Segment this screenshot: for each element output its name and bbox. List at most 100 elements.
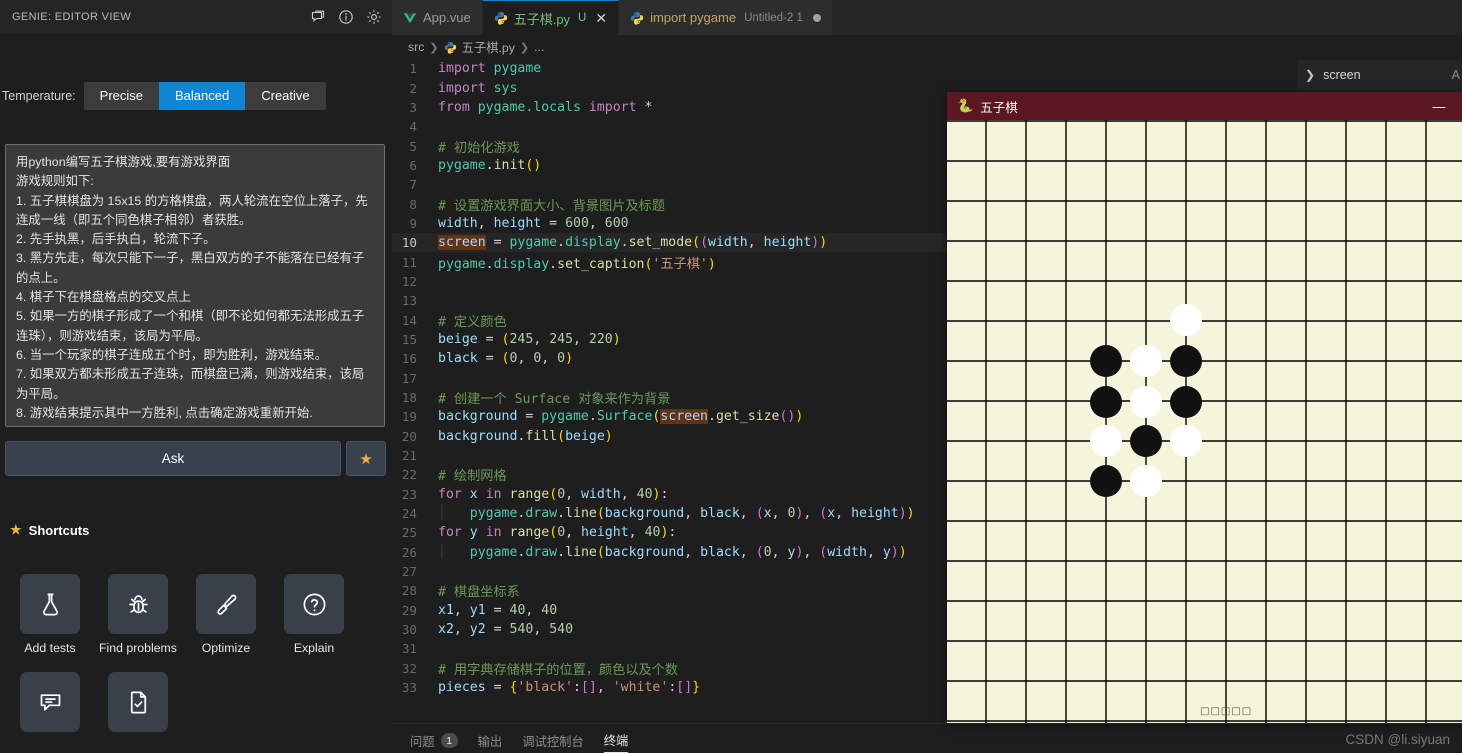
stone-white xyxy=(1170,304,1202,336)
line-number: 22 xyxy=(401,467,417,483)
document-check-icon[interactable] xyxy=(108,672,168,732)
line-number: 21 xyxy=(401,448,417,464)
panel-tab-输出[interactable]: 输出 xyxy=(478,725,503,753)
code-text: screen = pygame.display.set_mode((width,… xyxy=(438,235,828,251)
line-number: 9 xyxy=(409,215,417,231)
shortcut-find-problems[interactable]: Find problems xyxy=(94,574,182,656)
prompt-line: 8. 游戏结束提示其中一方胜利, 点击确定游戏重新开始. xyxy=(16,405,313,420)
temperature-toggle-group: Precise Balanced Creative xyxy=(83,82,326,110)
stone-black xyxy=(1170,386,1202,418)
shortcut-comment[interactable] xyxy=(6,672,94,739)
chevron-right-icon[interactable]: ❯ xyxy=(1305,68,1315,82)
editor-tabbar: App.vue 五子棋.py U ✕ import pygame Untitle… xyxy=(392,0,1462,35)
ask-button[interactable]: Ask xyxy=(5,441,341,476)
panel-tab-label: 调试控制台 xyxy=(522,734,584,749)
code-text: pygame.init() xyxy=(438,157,542,173)
python-icon xyxy=(630,11,644,25)
gomoku-board[interactable]: □□□□□ xyxy=(947,120,1462,723)
shortcuts-grid: Add tests Find problems Optimize Explain xyxy=(6,574,386,739)
line-number: 14 xyxy=(401,312,417,328)
python-icon xyxy=(444,41,457,54)
line-number: 12 xyxy=(401,273,417,289)
favorite-star-button[interactable]: ★ xyxy=(346,441,386,476)
line-number: 2 xyxy=(409,80,417,96)
panel-tab-问题[interactable]: 问题 1 xyxy=(410,725,458,753)
line-number: 18 xyxy=(401,390,417,406)
shortcut-label: Add tests xyxy=(24,641,76,655)
tab-app-vue[interactable]: App.vue xyxy=(392,0,483,35)
code-text: x2, y2 = 540, 540 xyxy=(438,622,574,638)
tab-wuziqi-py[interactable]: 五子棋.py U ✕ xyxy=(482,0,620,35)
panel-tab-调试控制台[interactable]: 调试控制台 xyxy=(522,725,584,753)
prompt-line: 6. 当一个玩家的棋子连成五个时，即为胜利，游戏结束。 xyxy=(16,347,328,362)
close-icon[interactable]: ✕ xyxy=(595,10,607,27)
line-number: 5 xyxy=(409,138,417,154)
code-text: from pygame.locals import * xyxy=(438,99,653,115)
tab-git-status-badge: U xyxy=(578,12,587,24)
prompt-line: 游戏规则如下: xyxy=(16,174,94,189)
panel-tab-badge: 1 xyxy=(440,733,458,748)
tab-import-pygame[interactable]: import pygame Untitled-2 1 xyxy=(619,0,833,35)
code-text: for x in range(0, width, 40): xyxy=(438,486,669,502)
comment-icon[interactable] xyxy=(309,9,326,26)
watermark: CSDN @li.siyuan xyxy=(1345,732,1450,747)
code-text: background.fill(beige) xyxy=(438,428,613,444)
shortcut-document-check[interactable] xyxy=(94,672,182,739)
breadcrumb-root[interactable]: src xyxy=(408,40,424,54)
code-text: background = pygame.Surface(screen.get_s… xyxy=(438,409,804,425)
code-text: import pygame xyxy=(438,61,542,77)
code-text: # 设置游戏界面大小、背景图片及标题 xyxy=(438,198,665,214)
gear-icon[interactable] xyxy=(365,9,382,26)
prompt-line: 3. 黑方先走，每次只能下一子，黑白双方的子不能落在已经有子的点上。 xyxy=(16,251,365,285)
ask-row: Ask ★ xyxy=(5,441,386,476)
stone-black xyxy=(1090,465,1122,497)
stone-white xyxy=(1130,465,1162,497)
temperature-option-precise[interactable]: Precise xyxy=(83,82,160,110)
code-text: import sys xyxy=(438,80,518,96)
paintbrush-icon[interactable] xyxy=(196,574,256,634)
outline-screen-widget[interactable]: ❯ screen A xyxy=(1297,60,1462,90)
line-number: 16 xyxy=(401,351,417,367)
temperature-label: Temperature: xyxy=(2,89,76,103)
comment-bubble-icon[interactable] xyxy=(20,672,80,732)
flask-icon[interactable] xyxy=(20,574,80,634)
temperature-option-creative[interactable]: Creative xyxy=(245,82,326,110)
stone-white xyxy=(1170,425,1202,457)
shortcut-label: Explain xyxy=(293,641,335,655)
panel-tab-终端[interactable]: 终端 xyxy=(603,725,629,753)
pygame-titlebar[interactable]: 🐍 五子棋 — xyxy=(947,92,1462,120)
prompt-textarea[interactable]: 用python编写五子棋游戏,要有游戏界面 游戏规则如下: 1. 五子棋棋盘为 … xyxy=(5,144,385,427)
code-text: width, height = 600, 600 xyxy=(438,215,629,231)
bug-icon[interactable] xyxy=(108,574,168,634)
line-number: 23 xyxy=(401,486,417,502)
python-icon xyxy=(494,11,508,25)
prompt-line: 用python编写五子棋游戏,要有游戏界面 xyxy=(16,155,231,169)
code-text: pygame.display.set_caption('五子棋') xyxy=(438,256,716,272)
code-text: pieces = {'black':[], 'white':[]} xyxy=(438,680,701,696)
unsaved-dot-icon[interactable] xyxy=(812,13,821,22)
temperature-option-balanced[interactable]: Balanced xyxy=(159,82,246,110)
shortcut-explain[interactable]: Explain xyxy=(270,574,358,656)
line-number: 4 xyxy=(409,119,417,135)
code-text: beige = (245, 245, 220) xyxy=(438,331,621,347)
info-icon[interactable] xyxy=(337,9,354,26)
line-number: 30 xyxy=(401,622,417,638)
code-text: # 创建一个 Surface 对象来作为背景 xyxy=(438,392,671,408)
code-text: black = (0, 0, 0) xyxy=(438,351,574,367)
minimize-button[interactable]: — xyxy=(1424,100,1454,113)
stone-white xyxy=(1130,345,1162,377)
code-text: # 绘制网格 xyxy=(438,469,507,485)
breadcrumb-file[interactable]: 五子棋.py xyxy=(462,38,515,56)
shortcut-add-tests[interactable]: Add tests xyxy=(6,574,94,656)
stone-black xyxy=(1170,345,1202,377)
prompt-line: 2. 先手执黑，后手执白，轮流下子。 xyxy=(16,232,216,247)
shortcut-optimize[interactable]: Optimize xyxy=(182,574,270,656)
vue-icon xyxy=(403,11,417,25)
tab-label: 五子棋.py xyxy=(513,11,571,27)
temperature-row: Temperature: Precise Balanced Creative xyxy=(0,82,392,110)
question-circle-icon[interactable] xyxy=(284,574,344,634)
pygame-window[interactable]: 🐍 五子棋 — □□□□□ xyxy=(947,92,1462,723)
board-tofu-text: □□□□□ xyxy=(1200,706,1253,717)
line-number: 17 xyxy=(401,370,417,386)
breadcrumb-tail[interactable]: ... xyxy=(534,40,544,54)
